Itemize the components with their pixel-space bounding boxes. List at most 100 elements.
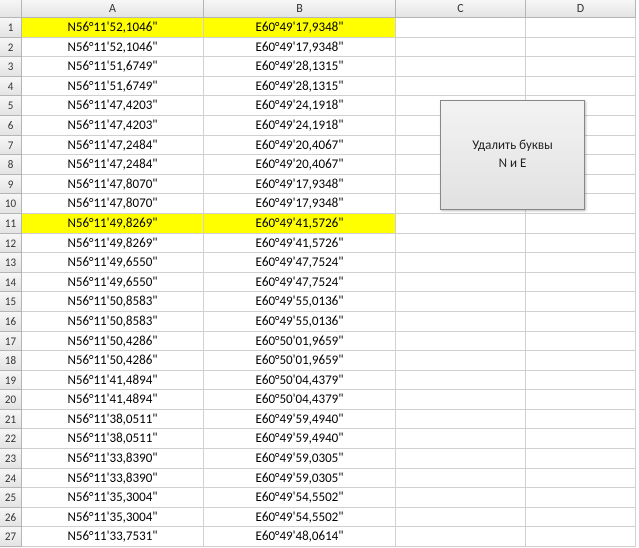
cell-c[interactable] (396, 469, 526, 489)
cell-d[interactable] (526, 253, 636, 273)
cell-d[interactable] (526, 292, 636, 312)
cell-a[interactable]: N56°11'51,6749" (22, 57, 204, 77)
row-header[interactable]: 6 (0, 116, 22, 136)
cell-a[interactable]: N56°11'50,8583" (22, 312, 204, 332)
cell-a[interactable]: N56°11'49,6550" (22, 273, 204, 293)
remove-letters-button[interactable]: Удалить буквы N и E (440, 100, 585, 210)
cell-c[interactable] (396, 273, 526, 293)
column-header-a[interactable]: A (22, 0, 204, 18)
cell-a[interactable]: N56°11'41,4894" (22, 390, 204, 410)
row-header[interactable]: 27 (0, 527, 22, 547)
cell-a[interactable]: N56°11'47,4203" (22, 116, 204, 136)
cell-d[interactable] (526, 371, 636, 391)
cell-a[interactable]: N56°11'38,0511" (22, 410, 204, 430)
cell-b[interactable]: E60°49'55,0136" (204, 292, 396, 312)
cell-c[interactable] (396, 77, 526, 97)
cell-b[interactable]: E60°49'28,1315" (204, 77, 396, 97)
row-header[interactable]: 12 (0, 234, 22, 254)
cell-b[interactable]: E60°49'59,0305" (204, 469, 396, 489)
cell-c[interactable] (396, 429, 526, 449)
cell-a[interactable]: N56°11'33,8390" (22, 469, 204, 489)
row-header[interactable]: 22 (0, 429, 22, 449)
cell-c[interactable] (396, 351, 526, 371)
cell-b[interactable]: E60°50'01,9659" (204, 351, 396, 371)
cell-a[interactable]: N56°11'52,1046" (22, 18, 204, 38)
cell-b[interactable]: E60°49'54,5502" (204, 488, 396, 508)
cell-b[interactable]: E60°49'41,5726" (204, 234, 396, 254)
cell-d[interactable] (526, 38, 636, 58)
cell-d[interactable] (526, 57, 636, 77)
cell-d[interactable] (526, 527, 636, 547)
row-header[interactable]: 18 (0, 351, 22, 371)
cell-b[interactable]: E60°49'24,1918" (204, 96, 396, 116)
select-all-corner[interactable] (0, 0, 22, 18)
cell-a[interactable]: N56°11'33,8390" (22, 449, 204, 469)
row-header[interactable]: 16 (0, 312, 22, 332)
cell-c[interactable] (396, 332, 526, 352)
cell-b[interactable]: E60°49'20,4067" (204, 155, 396, 175)
cell-a[interactable]: N56°11'47,8070" (22, 194, 204, 214)
cell-a[interactable]: N56°11'49,8269" (22, 214, 204, 234)
cell-d[interactable] (526, 508, 636, 528)
cell-c[interactable] (396, 38, 526, 58)
row-header[interactable]: 20 (0, 390, 22, 410)
cell-d[interactable] (526, 449, 636, 469)
cell-d[interactable] (526, 429, 636, 449)
row-header[interactable]: 5 (0, 96, 22, 116)
cell-b[interactable]: E60°49'47,7524" (204, 253, 396, 273)
cell-d[interactable] (526, 312, 636, 332)
cell-c[interactable] (396, 18, 526, 38)
cell-a[interactable]: N56°11'51,6749" (22, 77, 204, 97)
cell-b[interactable]: E60°49'59,0305" (204, 449, 396, 469)
row-header[interactable]: 23 (0, 449, 22, 469)
cell-d[interactable] (526, 410, 636, 430)
cell-d[interactable] (526, 332, 636, 352)
cell-d[interactable] (526, 234, 636, 254)
row-header[interactable]: 3 (0, 57, 22, 77)
cell-d[interactable] (526, 273, 636, 293)
row-header[interactable]: 13 (0, 253, 22, 273)
cell-d[interactable] (526, 351, 636, 371)
cell-b[interactable]: E60°49'17,9348" (204, 194, 396, 214)
cell-c[interactable] (396, 253, 526, 273)
cell-b[interactable]: E60°49'55,0136" (204, 312, 396, 332)
row-header[interactable]: 26 (0, 508, 22, 528)
row-header[interactable]: 25 (0, 488, 22, 508)
cell-a[interactable]: N56°11'38,0511" (22, 429, 204, 449)
row-header[interactable]: 8 (0, 155, 22, 175)
column-header-d[interactable]: D (526, 0, 636, 18)
cell-a[interactable]: N56°11'47,2484" (22, 155, 204, 175)
cell-a[interactable]: N56°11'50,4286" (22, 351, 204, 371)
cell-b[interactable]: E60°49'59,4940" (204, 429, 396, 449)
cell-c[interactable] (396, 312, 526, 332)
cell-c[interactable] (396, 390, 526, 410)
cell-b[interactable]: E60°49'17,9348" (204, 18, 396, 38)
row-header[interactable]: 19 (0, 371, 22, 391)
cell-b[interactable]: E60°50'01,9659" (204, 332, 396, 352)
cell-c[interactable] (396, 371, 526, 391)
cell-a[interactable]: N56°11'50,4286" (22, 332, 204, 352)
row-header[interactable]: 11 (0, 214, 22, 234)
row-header[interactable]: 2 (0, 38, 22, 58)
cell-a[interactable]: N56°11'49,6550" (22, 253, 204, 273)
cell-a[interactable]: N56°11'47,2484" (22, 136, 204, 156)
cell-b[interactable]: E60°49'20,4067" (204, 136, 396, 156)
cell-b[interactable]: E60°49'48,0614" (204, 527, 396, 547)
row-header[interactable]: 14 (0, 273, 22, 293)
cell-d[interactable] (526, 488, 636, 508)
cell-a[interactable]: N56°11'33,7531" (22, 527, 204, 547)
cell-b[interactable]: E60°49'17,9348" (204, 38, 396, 58)
cell-c[interactable] (396, 410, 526, 430)
cell-d[interactable] (526, 77, 636, 97)
row-header[interactable]: 21 (0, 410, 22, 430)
cell-c[interactable] (396, 488, 526, 508)
cell-b[interactable]: E60°49'24,1918" (204, 116, 396, 136)
row-header[interactable]: 24 (0, 469, 22, 489)
row-header[interactable]: 9 (0, 175, 22, 195)
cell-b[interactable]: E60°49'47,7524" (204, 273, 396, 293)
row-header[interactable]: 17 (0, 332, 22, 352)
row-header[interactable]: 4 (0, 77, 22, 97)
cell-a[interactable]: N56°11'47,4203" (22, 96, 204, 116)
row-header[interactable]: 15 (0, 292, 22, 312)
cell-c[interactable] (396, 449, 526, 469)
